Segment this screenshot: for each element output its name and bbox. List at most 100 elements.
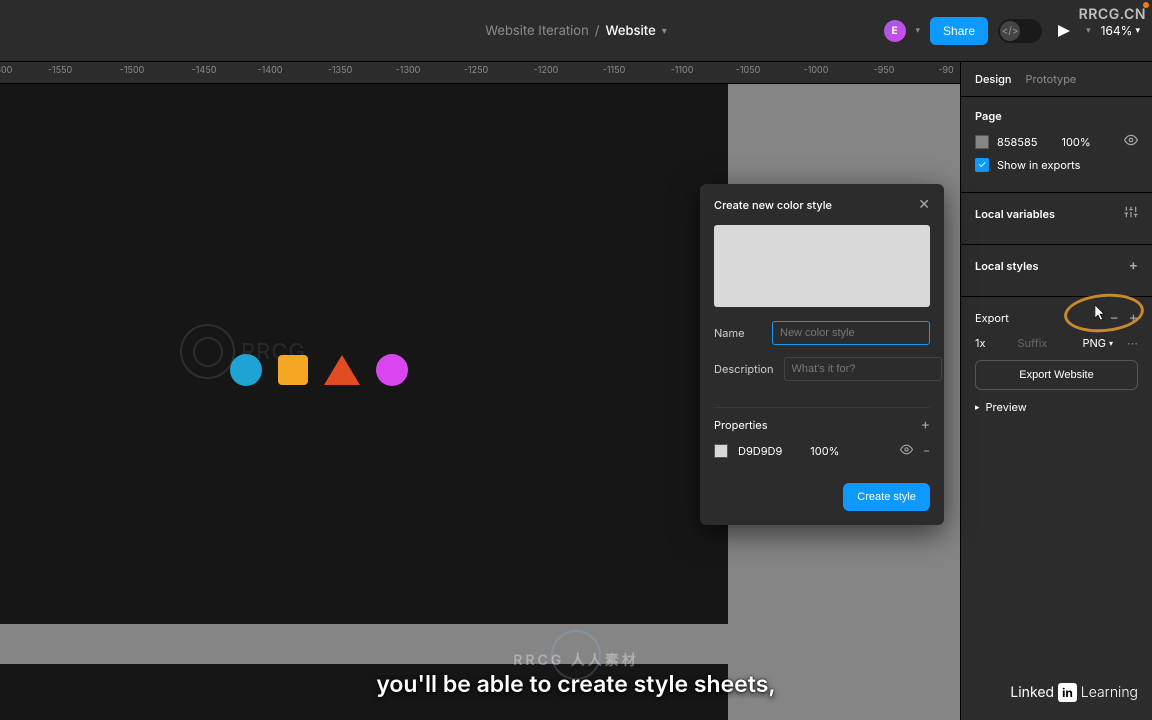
code-icon: </>: [1000, 21, 1020, 41]
share-button[interactable]: Share: [930, 17, 988, 45]
style-preview-swatch[interactable]: [714, 225, 930, 307]
export-header: Export − +: [975, 309, 1138, 326]
chevron-down-icon: ▾: [1109, 338, 1113, 348]
add-style-icon[interactable]: +: [1129, 257, 1138, 274]
variables-settings-icon[interactable]: [1124, 205, 1138, 222]
horizontal-ruler: -1600 -1550 -1500 -1450 -1400 -1350 -1300 -1250…: [0, 62, 960, 84]
panel-tabs: Design Prototype: [961, 62, 1152, 97]
linkedin-text: Linked: [1010, 684, 1054, 701]
avatar-chevron-icon[interactable]: ▾: [916, 25, 921, 36]
ruler-tick: -1150: [603, 65, 626, 76]
ruler-tick: -1400: [258, 65, 283, 76]
dialog-title: Create new color style: [714, 198, 832, 212]
zoom-control[interactable]: 164% ▾: [1101, 23, 1140, 38]
export-section: Export − + 1x Suffix PNG ▾ ⋯ Export Webs…: [961, 297, 1152, 426]
color-property-row: D9D9D9 100% −: [714, 443, 930, 459]
dialog-header: Create new color style ✕: [700, 184, 944, 225]
breadcrumb-file[interactable]: Website Iteration: [485, 23, 589, 39]
shape-circle-magenta[interactable]: [376, 354, 408, 386]
avatar[interactable]: E: [884, 20, 906, 42]
name-row: Name: [714, 321, 930, 345]
watermark-rrcg: RRCG.CN: [1079, 6, 1146, 23]
property-hex[interactable]: D9D9D9: [738, 444, 782, 458]
name-input[interactable]: [772, 321, 930, 345]
tab-design[interactable]: Design: [975, 72, 1012, 86]
video-subtitle: you'll be able to create style sheets,: [376, 670, 775, 698]
visibility-toggle-icon[interactable]: [1124, 133, 1138, 150]
preview-label: Preview: [986, 400, 1027, 414]
remove-export-icon[interactable]: −: [1109, 309, 1118, 326]
local-styles-title: Local styles +: [975, 257, 1138, 274]
local-styles-section: Local styles +: [961, 245, 1152, 297]
zoom-value[interactable]: 164%: [1101, 23, 1133, 38]
preview-row[interactable]: ▸ Preview: [975, 400, 1138, 414]
play-chevron-icon[interactable]: ▾: [1086, 25, 1091, 36]
local-variables-section: Local variables: [961, 193, 1152, 245]
add-property-icon[interactable]: +: [921, 416, 930, 433]
linkedin-in-icon: in: [1058, 683, 1077, 702]
export-more-icon[interactable]: ⋯: [1127, 336, 1138, 350]
ruler-tick: -1350: [328, 65, 353, 76]
ruler-tick: -1050: [736, 65, 761, 76]
properties-section: Properties + D9D9D9 100% −: [700, 407, 944, 473]
remove-property-icon[interactable]: −: [923, 443, 930, 459]
description-input[interactable]: [784, 357, 942, 381]
shapes-row: [230, 354, 408, 386]
ruler-tick: -1500: [120, 65, 145, 76]
ruler-tick: -1300: [396, 65, 421, 76]
local-styles-label: Local styles: [975, 259, 1039, 273]
page-bg-hex[interactable]: 858585: [997, 135, 1037, 149]
page-bg-row: 858585 100%: [975, 133, 1138, 150]
export-scale[interactable]: 1x: [975, 336, 985, 350]
ruler-tick: -1100: [671, 65, 694, 76]
topbar: Website Iteration / Website ▾ E ▾ Share …: [0, 0, 1152, 62]
ruler-tick: -950: [874, 65, 895, 76]
shape-triangle-red[interactable]: [324, 355, 360, 385]
export-format-select[interactable]: PNG ▾: [1082, 336, 1113, 350]
add-export-icon[interactable]: +: [1129, 309, 1138, 326]
ruler-tick: -90: [938, 65, 953, 76]
chevron-down-icon[interactable]: ▾: [1135, 25, 1140, 36]
main: -1600 -1550 -1500 -1450 -1400 -1350 -1300 -1250…: [0, 62, 1152, 720]
show-exports-checkbox[interactable]: ✓: [975, 158, 989, 172]
local-variables-title: Local variables: [975, 205, 1138, 222]
property-swatch[interactable]: [714, 444, 728, 458]
description-label: Description: [714, 362, 774, 376]
close-icon[interactable]: ✕: [918, 196, 930, 213]
ruler-tick: -1250: [464, 65, 488, 76]
breadcrumb-separator: /: [595, 23, 600, 39]
present-button[interactable]: [1052, 19, 1076, 43]
ruler-tick: -1550: [48, 65, 72, 76]
breadcrumb[interactable]: Website Iteration / Website ▾: [485, 23, 667, 39]
name-label: Name: [714, 326, 762, 340]
subtitle-secondary: RRCG 人人素材: [513, 650, 639, 670]
tab-prototype[interactable]: Prototype: [1026, 72, 1077, 86]
ruler-tick: -1600: [0, 65, 12, 76]
export-button[interactable]: Export Website: [975, 360, 1138, 390]
properties-title: Properties: [714, 418, 768, 432]
property-opacity[interactable]: 100%: [810, 444, 839, 458]
ruler-tick: -1200: [534, 65, 559, 76]
linkedin-learning-logo: Linkedin Learning: [1010, 683, 1138, 702]
page-section-title: Page: [975, 109, 1138, 123]
properties-header: Properties +: [714, 407, 930, 433]
page-bg-swatch[interactable]: [975, 135, 989, 149]
shape-circle-blue[interactable]: [230, 354, 262, 386]
ruler-tick: -1450: [192, 65, 217, 76]
show-exports-label: Show in exports: [997, 158, 1080, 172]
export-suffix-input[interactable]: Suffix: [1017, 336, 1047, 350]
breadcrumb-page[interactable]: Website: [605, 23, 655, 39]
right-panel: Design Prototype Page 858585 100% ✓ Show…: [960, 62, 1152, 720]
create-style-button[interactable]: Create style: [843, 483, 930, 511]
shape-square-orange[interactable]: [278, 355, 308, 385]
export-format-value: PNG: [1082, 336, 1106, 350]
dialog-actions: Create style: [700, 473, 944, 525]
watermark-dot: [1143, 2, 1149, 8]
frame-dark[interactable]: RRCG: [0, 84, 728, 624]
cursor-icon: [1095, 305, 1107, 321]
page-bg-opacity[interactable]: 100%: [1061, 135, 1090, 149]
dev-mode-toggle[interactable]: </>: [998, 19, 1042, 43]
property-visibility-icon[interactable]: [900, 443, 913, 459]
page-section: Page 858585 100% ✓ Show in exports: [961, 97, 1152, 193]
chevron-down-icon[interactable]: ▾: [662, 25, 667, 37]
